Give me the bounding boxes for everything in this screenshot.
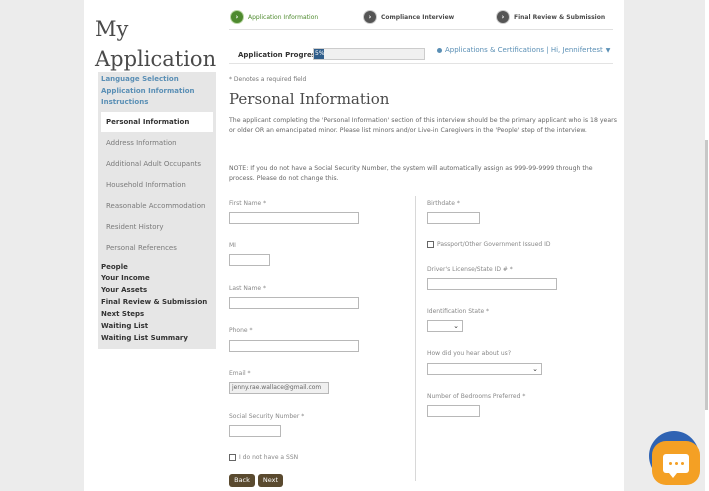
chat-button[interactable] bbox=[652, 441, 700, 485]
sidebar-item-waiting-list[interactable]: Waiting List bbox=[101, 321, 148, 331]
sidebar-item-household-information[interactable]: Household Information bbox=[101, 175, 213, 195]
page-title: My Application bbox=[95, 17, 217, 71]
intro-text: The applicant completing the 'Personal I… bbox=[229, 117, 617, 134]
first-name-input[interactable] bbox=[229, 212, 359, 224]
sidebar-item-personal-references[interactable]: Personal References bbox=[101, 238, 213, 258]
no-ssn-checkbox[interactable] bbox=[229, 454, 236, 461]
email-label: Email * bbox=[229, 370, 251, 377]
hear-about-select[interactable]: ⌄ bbox=[427, 363, 542, 375]
account-menu[interactable]: Applications & Certifications | Hi, Jenn… bbox=[437, 46, 610, 54]
sidebar-item-personal-information[interactable]: Personal Information bbox=[101, 112, 213, 132]
caret-down-icon: ▼ bbox=[605, 46, 611, 54]
sidebar-item-people[interactable]: People bbox=[101, 262, 128, 272]
hear-about-label: How did you hear about us? bbox=[427, 350, 511, 357]
sidebar-item-reasonable-accommodation[interactable]: Reasonable Accommodation bbox=[101, 196, 213, 216]
chevron-right-icon: › bbox=[364, 11, 376, 23]
step-compliance-interview[interactable]: › Compliance Interview bbox=[364, 11, 454, 23]
bedrooms-input[interactable] bbox=[427, 405, 480, 417]
sidebar-item-your-income[interactable]: Your Income bbox=[101, 273, 150, 283]
sidebar-item-next-steps[interactable]: Next Steps bbox=[101, 309, 144, 319]
last-name-label: Last Name * bbox=[229, 285, 267, 292]
phone-input[interactable] bbox=[229, 340, 359, 352]
sidebar-item-address-information[interactable]: Address Information bbox=[101, 133, 213, 153]
sidebar-item-waiting-list-summary[interactable]: Waiting List Summary bbox=[101, 333, 188, 343]
sidebar-item-final-review[interactable]: Final Review & Submission bbox=[101, 297, 207, 307]
ssn-label: Social Security Number * bbox=[229, 413, 305, 420]
no-ssn-checkbox-row[interactable]: I do not have a SSN bbox=[229, 454, 298, 461]
passport-checkbox-row[interactable]: Passport/Other Government Issued ID bbox=[427, 241, 551, 248]
back-button[interactable]: Back bbox=[229, 474, 255, 487]
email-input[interactable]: jenny.rae.wallace@gmail.com bbox=[229, 382, 329, 394]
chevron-down-icon: ⌄ bbox=[532, 365, 538, 373]
license-input[interactable] bbox=[427, 278, 557, 290]
mi-label: MI bbox=[229, 242, 236, 249]
id-state-select[interactable]: ⌄ bbox=[427, 320, 463, 332]
required-field-note: * Denotes a required field bbox=[229, 76, 307, 83]
passport-label: Passport/Other Government Issued ID bbox=[437, 241, 551, 248]
scrollbar-thumb[interactable] bbox=[705, 140, 708, 410]
chevron-right-icon: › bbox=[497, 11, 509, 23]
section-title: Personal Information bbox=[229, 90, 390, 108]
progress-bar: 5% bbox=[313, 48, 425, 60]
ssn-input[interactable] bbox=[229, 425, 281, 437]
ssn-note: NOTE: If you do not have a Social Securi… bbox=[229, 165, 593, 182]
license-label: Driver's License/State ID # * bbox=[427, 266, 513, 273]
step-application-information[interactable]: › Application Information bbox=[231, 11, 318, 23]
mi-input[interactable] bbox=[229, 254, 270, 266]
progress-label: Application Progress bbox=[238, 51, 321, 59]
circle-icon bbox=[437, 47, 442, 53]
header-divider bbox=[229, 63, 613, 64]
id-state-label: Identification State * bbox=[427, 308, 490, 315]
sidebar-item-additional-adult-occupants[interactable]: Additional Adult Occupants bbox=[101, 154, 213, 174]
column-divider bbox=[415, 196, 416, 481]
next-button[interactable]: Next bbox=[258, 474, 283, 487]
last-name-input[interactable] bbox=[229, 297, 359, 309]
birthdate-input[interactable] bbox=[427, 212, 480, 224]
passport-checkbox[interactable] bbox=[427, 241, 434, 248]
birthdate-label: Birthdate * bbox=[427, 200, 460, 207]
first-name-label: First Name * bbox=[229, 200, 267, 207]
steps-divider bbox=[229, 29, 613, 30]
no-ssn-label: I do not have a SSN bbox=[239, 454, 299, 461]
sidebar-item-resident-history[interactable]: Resident History bbox=[101, 217, 213, 237]
bedrooms-label: Number of Bedrooms Preferred * bbox=[427, 393, 526, 400]
progress-fill: 5% bbox=[314, 49, 325, 59]
sidebar-item-your-assets[interactable]: Your Assets bbox=[101, 285, 147, 295]
phone-label: Phone * bbox=[229, 327, 253, 334]
sidebar-link-application-information[interactable]: Application Information bbox=[101, 86, 195, 96]
chevron-right-icon: › bbox=[231, 11, 243, 23]
sidebar-link-language[interactable]: Language Selection bbox=[101, 74, 179, 84]
sidebar: Language Selection Application Informati… bbox=[98, 72, 216, 349]
sidebar-link-instructions[interactable]: Instructions bbox=[101, 97, 148, 107]
chevron-down-icon: ⌄ bbox=[453, 322, 459, 330]
chat-icon bbox=[663, 453, 689, 478]
account-text: Applications & Certifications | Hi, Jenn… bbox=[445, 46, 603, 54]
step-final-review[interactable]: › Final Review & Submission bbox=[497, 11, 605, 23]
